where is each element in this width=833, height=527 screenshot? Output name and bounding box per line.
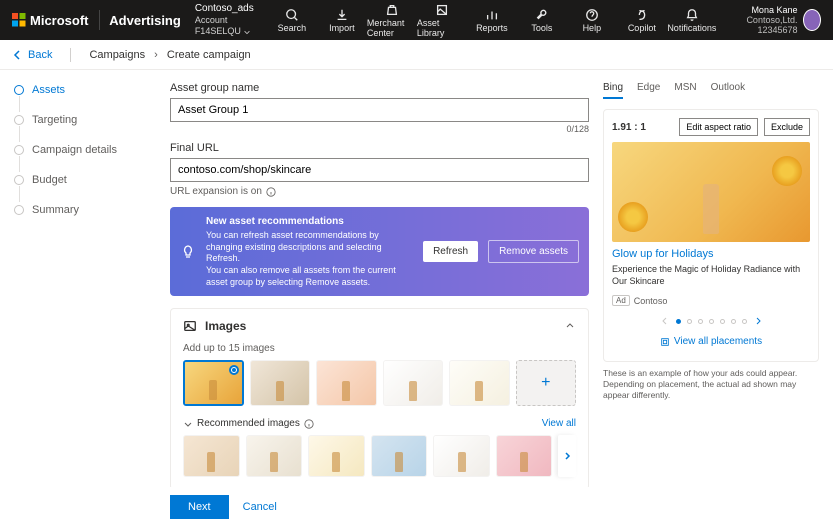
images-header[interactable]: Images xyxy=(171,309,588,343)
step-details[interactable]: Campaign details xyxy=(14,144,140,156)
preview-panel: Bing Edge MSN Outlook 1.91 : 1 Edit aspe… xyxy=(603,70,833,527)
rec-thumb-6[interactable] xyxy=(496,435,553,477)
pager-dot[interactable] xyxy=(676,319,681,324)
asset-library-icon[interactable]: Asset Library xyxy=(417,0,467,40)
cancel-button[interactable]: Cancel xyxy=(243,501,277,513)
crumb-campaigns[interactable]: Campaigns xyxy=(89,49,145,61)
image-thumb-2[interactable] xyxy=(250,360,310,406)
rec-next-button[interactable] xyxy=(558,435,576,477)
refresh-button[interactable]: Refresh xyxy=(423,241,478,262)
copilot-icon[interactable]: Copilot xyxy=(617,0,667,40)
rec-thumb-5[interactable] xyxy=(433,435,490,477)
preview-tabs: Bing Edge MSN Outlook xyxy=(603,82,819,99)
next-button[interactable]: Next xyxy=(170,495,229,519)
info-icon[interactable] xyxy=(304,419,314,429)
preview-ad-badge: Ad Contoso xyxy=(612,295,810,306)
main-content: Asset group name 0/128 Final URL URL exp… xyxy=(140,70,603,527)
notifications-icon[interactable]: Notifications xyxy=(667,0,717,40)
pager-dot[interactable] xyxy=(731,319,736,324)
tab-bing[interactable]: Bing xyxy=(603,82,623,99)
help-icon[interactable]: Help xyxy=(567,0,617,40)
breadcrumb: Campaigns › Create campaign xyxy=(89,49,250,61)
pager-dot[interactable] xyxy=(742,319,747,324)
product-name[interactable]: Advertising xyxy=(109,13,181,28)
remove-assets-button[interactable]: Remove assets xyxy=(488,240,579,263)
search-icon[interactable]: Search xyxy=(267,0,317,40)
recommended-images xyxy=(183,435,576,477)
wizard-footer: Next Cancel xyxy=(140,487,833,527)
tab-msn[interactable]: MSN xyxy=(674,82,696,99)
rec-thumb-4[interactable] xyxy=(371,435,428,477)
asset-group-label: Asset group name xyxy=(170,82,589,94)
top-navbar: Microsoft Advertising Contoso_ads Accoun… xyxy=(0,0,833,40)
reports-icon[interactable]: Reports xyxy=(467,0,517,40)
image-icon xyxy=(183,319,197,333)
preview-pager xyxy=(612,316,810,326)
final-url-label: Final URL xyxy=(170,142,589,154)
recommendation-banner: New asset recommendations You can refres… xyxy=(170,207,589,296)
top-actions: Search Import Merchant Center Asset Libr… xyxy=(267,0,717,40)
asset-group-input[interactable] xyxy=(170,98,589,122)
step-targeting[interactable]: Targeting xyxy=(14,114,140,126)
image-thumb-5[interactable] xyxy=(449,360,509,406)
breadcrumb-bar: Back Campaigns › Create campaign xyxy=(0,40,833,70)
preview-disclaimer: These is an example of how your ads coul… xyxy=(603,368,819,401)
avatar xyxy=(803,9,821,31)
rec-thumb-1[interactable] xyxy=(183,435,240,477)
aspect-ratio: 1.91 : 1 xyxy=(612,122,673,133)
image-thumb-1[interactable] xyxy=(183,360,244,406)
preview-image xyxy=(612,142,810,242)
final-url-input[interactable] xyxy=(170,158,589,182)
tools-icon[interactable]: Tools xyxy=(517,0,567,40)
image-thumb-4[interactable] xyxy=(383,360,443,406)
preview-card: 1.91 : 1 Edit aspect ratio Exclude Glow … xyxy=(603,109,819,362)
pager-dot[interactable] xyxy=(687,319,692,324)
step-budget[interactable]: Budget xyxy=(14,174,140,186)
user-menu[interactable]: Mona Kane Contoso,Ltd. 12345678 xyxy=(725,5,821,35)
view-all-link[interactable]: View all xyxy=(542,418,576,429)
url-expansion-hint: URL expansion is on xyxy=(170,186,589,197)
exclude-button[interactable]: Exclude xyxy=(764,118,810,136)
view-all-placements[interactable]: View all placements xyxy=(612,336,810,347)
rec-thumb-3[interactable] xyxy=(308,435,365,477)
images-section: Images Add up to 15 images + Recommended… xyxy=(170,308,589,490)
tab-outlook[interactable]: Outlook xyxy=(711,82,745,99)
step-summary[interactable]: Summary xyxy=(14,204,140,216)
info-icon[interactable] xyxy=(266,187,276,197)
step-assets[interactable]: Assets xyxy=(14,84,140,96)
chevron-up-icon xyxy=(564,320,576,332)
rec-thumb-2[interactable] xyxy=(246,435,303,477)
preview-description: Experience the Magic of Holiday Radiance… xyxy=(612,264,810,287)
wizard-steps: Assets Targeting Campaign details Budget… xyxy=(0,70,140,527)
add-image-button[interactable]: + xyxy=(516,360,576,406)
pager-next-icon[interactable] xyxy=(753,316,763,326)
pager-prev-icon[interactable] xyxy=(660,316,670,326)
image-thumb-3[interactable] xyxy=(316,360,376,406)
microsoft-logo[interactable]: Microsoft xyxy=(12,13,89,28)
image-thumbnails: + xyxy=(183,360,576,406)
tab-edge[interactable]: Edge xyxy=(637,82,660,99)
merchant-center-icon[interactable]: Merchant Center xyxy=(367,0,417,40)
pager-dot[interactable] xyxy=(720,319,725,324)
pager-dot[interactable] xyxy=(709,319,714,324)
import-icon[interactable]: Import xyxy=(317,0,367,40)
lightbulb-icon xyxy=(180,244,196,260)
back-button[interactable]: Back xyxy=(12,49,52,61)
pager-dot[interactable] xyxy=(698,319,703,324)
account-switcher[interactable]: Contoso_ads Account F14SELQU xyxy=(195,3,267,37)
preview-headline: Glow up for Holidays xyxy=(612,248,810,260)
char-counter: 0/128 xyxy=(170,124,589,134)
edit-aspect-button[interactable]: Edit aspect ratio xyxy=(679,118,758,136)
crumb-current: Create campaign xyxy=(167,49,251,61)
chevron-down-icon[interactable] xyxy=(183,419,193,429)
